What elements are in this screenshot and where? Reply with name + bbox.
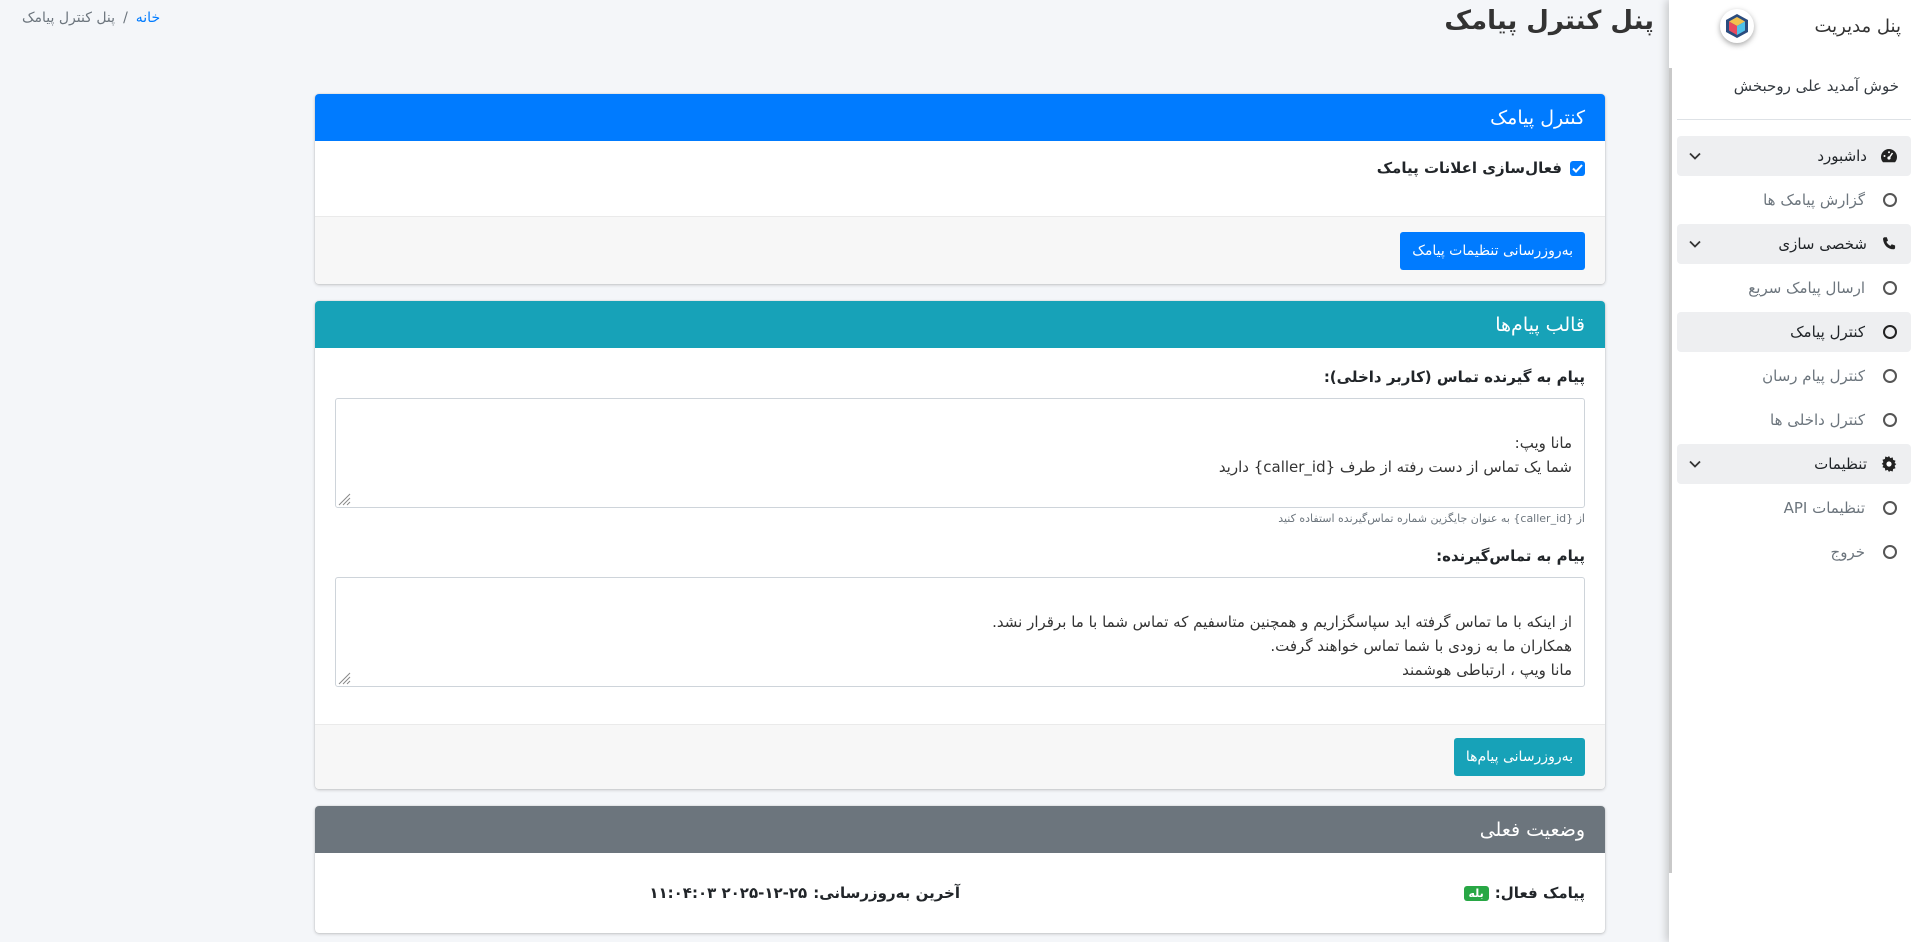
circle-icon: [1883, 545, 1897, 559]
card-header: قالب پیام‌ها: [315, 301, 1605, 348]
current-status-card: وضعیت فعلی پیامک فعال: بله آخرین به‌روزر…: [315, 806, 1605, 933]
last-update-value: ۲۰۲۵-۱۲-۲۵ ۱۱:۰۴:۰۳: [649, 884, 808, 902]
sidebar-nav: داشبورد گزارش پیامک ها شخصی سازی ارسال پ…: [1669, 120, 1919, 572]
sidebar-item-label: ارسال پیامک سریع: [1748, 279, 1865, 297]
card-footer: به‌روزرسانی پیام‌ها: [315, 724, 1605, 789]
page-title: پنل کنترل پیامک: [1444, 6, 1654, 36]
brand-text: پنل مدیریت: [1814, 15, 1901, 37]
internal-message-textarea[interactable]: مانا ویپ: شما یک تماس از دست رفته از طرف…: [335, 398, 1585, 508]
circle-icon: [1883, 325, 1897, 339]
sidebar-item-label: کنترل پیامک: [1790, 323, 1865, 341]
update-sms-settings-button[interactable]: به‌روزرسانی تنظیمات پیامک: [1400, 231, 1585, 270]
phone-icon: [1879, 236, 1899, 252]
breadcrumb-current: پنل کنترل پیامک: [22, 10, 116, 26]
circle-icon: [1883, 413, 1897, 427]
caller-message-text: از اینکه با ما تماس گرفته اید سپاسگزاریم…: [992, 613, 1572, 679]
circle-icon: [1883, 501, 1897, 515]
breadcrumb-home-link[interactable]: خانه: [136, 10, 160, 26]
card-title: کنترل پیامک: [1490, 106, 1585, 129]
sidebar-item-logout[interactable]: خروج: [1677, 532, 1911, 572]
last-update-label: آخرین به‌روزرسانی:: [813, 884, 960, 902]
internal-message-label: پیام به گیرنده تماس (کاربر داخلی):: [1323, 368, 1585, 386]
brand-link[interactable]: پنل مدیریت: [1669, 0, 1919, 52]
chevron-down-icon: [1689, 457, 1701, 472]
sms-active-status: پیامک فعال: بله: [960, 884, 1585, 902]
brand-logo-icon: [1720, 9, 1755, 43]
breadcrumb: خانه / پنل کنترل پیامک: [22, 10, 160, 26]
sidebar-item-sms-control[interactable]: کنترل پیامک: [1677, 312, 1911, 352]
card-header: کنترل پیامک: [315, 94, 1605, 141]
caller-message-label: پیام به تماس‌گیرنده:: [1436, 547, 1585, 565]
gear-icon: [1879, 456, 1899, 472]
update-messages-button[interactable]: به‌روزرسانی پیام‌ها: [1453, 738, 1585, 776]
sidebar-group-settings[interactable]: تنظیمات: [1677, 444, 1911, 484]
sidebar-item-messenger-control[interactable]: کنترل پیام رسان: [1677, 356, 1911, 396]
caller-id-help-text: از {caller_id} به عنوان جایگزین شماره تم…: [1278, 512, 1585, 525]
sidebar-item-sms-reports[interactable]: گزارش پیامک ها: [1677, 180, 1911, 220]
user-welcome[interactable]: خوش آمدید علی روحبخش: [1677, 52, 1911, 120]
last-update-status: آخرین به‌روزرسانی: ۲۰۲۵-۱۲-۲۵ ۱۱:۰۴:۰۳: [335, 884, 960, 902]
card-title: وضعیت فعلی: [1479, 818, 1585, 841]
sms-active-label: پیامک فعال:: [1494, 884, 1585, 902]
sidebar-group-dashboard[interactable]: داشبورد: [1677, 136, 1911, 176]
circle-icon: [1883, 193, 1897, 207]
sidebar-item-label: خروج: [1830, 543, 1865, 561]
sidebar-item-quick-sms[interactable]: ارسال پیامک سریع: [1677, 268, 1911, 308]
card-body: پیام به گیرنده تماس (کاربر داخلی): مانا …: [315, 348, 1605, 724]
sidebar-item-label: تنظیمات API: [1783, 499, 1865, 517]
caller-message-textarea[interactable]: از اینکه با ما تماس گرفته اید سپاسگزاریم…: [335, 577, 1585, 687]
chevron-down-icon: [1689, 237, 1701, 252]
checkbox-label: فعال‌سازی اعلانات پیامک: [1376, 159, 1562, 177]
sms-notifications-checkbox-row[interactable]: فعال‌سازی اعلانات پیامک: [335, 159, 1585, 177]
card-title: قالب پیام‌ها: [1495, 313, 1585, 336]
circle-icon: [1883, 281, 1897, 295]
status-badge: بله: [1463, 885, 1489, 901]
message-templates-card: قالب پیام‌ها پیام به گیرنده تماس (کاربر …: [315, 301, 1605, 789]
sidebar-item-label: کنترل داخلی ها: [1770, 411, 1865, 429]
sidebar-item-label: گزارش پیامک ها: [1763, 191, 1865, 209]
sidebar-item-label: کنترل پیام رسان: [1762, 367, 1865, 385]
card-body: فعال‌سازی اعلانات پیامک: [315, 141, 1605, 216]
breadcrumb-separator: /: [123, 10, 128, 26]
sms-control-card: کنترل پیامک فعال‌سازی اعلانات پیامک به‌ر…: [315, 94, 1605, 284]
sidebar-group-personalization[interactable]: شخصی سازی: [1677, 224, 1911, 264]
sidebar-item-api-settings[interactable]: تنظیمات API: [1677, 488, 1911, 528]
sms-notifications-checkbox[interactable]: [1570, 160, 1585, 176]
resize-grip-icon[interactable]: [337, 671, 351, 685]
card-header: وضعیت فعلی: [315, 806, 1605, 853]
circle-icon: [1883, 369, 1897, 383]
sidebar-scrollbar[interactable]: [1669, 68, 1672, 873]
card-footer: به‌روزرسانی تنظیمات پیامک: [315, 216, 1605, 284]
dashboard-icon: [1879, 148, 1899, 164]
sidebar-group-label: شخصی سازی: [1778, 235, 1867, 253]
internal-message-text: مانا ویپ: شما یک تماس از دست رفته از طرف…: [1218, 434, 1572, 476]
sidebar: پنل مدیریت خوش آمدید علی روحبخش داشبورد …: [1669, 0, 1919, 942]
sidebar-group-label: تنظیمات: [1814, 455, 1867, 473]
sidebar-item-extensions-control[interactable]: کنترل داخلی ها: [1677, 400, 1911, 440]
chevron-down-icon: [1689, 149, 1701, 164]
resize-grip-icon[interactable]: [337, 492, 351, 506]
card-body: پیامک فعال: بله آخرین به‌روزرسانی: ۲۰۲۵-…: [315, 853, 1605, 933]
sidebar-group-label: داشبورد: [1817, 147, 1867, 165]
